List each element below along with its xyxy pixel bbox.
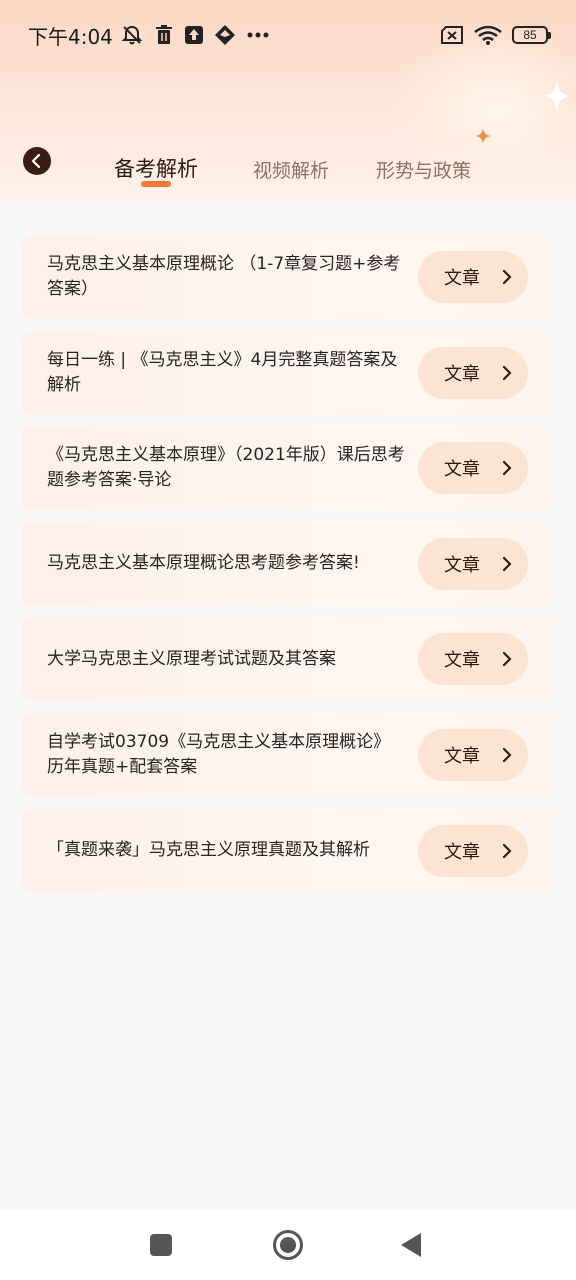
home-icon[interactable] [273,1230,303,1260]
article-button[interactable]: 文章 [418,824,528,877]
article-tag: 文章 [444,363,480,385]
tab-label: 形势与政策 [376,160,472,182]
tab-video-analysis[interactable]: 视频解析 [253,156,329,183]
battery-level: 85 [523,28,537,42]
upload-icon [184,26,203,44]
list-item[interactable]: 马克思主义基本原理概论 （1-7章复习题+参考答案） 文章 [22,235,554,319]
article-button[interactable]: 文章 [418,442,528,495]
chevron-right-icon [502,747,512,763]
article-tag: 文章 [444,650,480,672]
active-tab-indicator [141,181,171,187]
app-icon [214,25,235,45]
tab-label: 备考解析 [114,157,198,181]
article-tag: 文章 [444,268,480,289]
star-icon [475,128,491,144]
list-item[interactable]: 「真题来袭」马克思主义原理真题及其解析 文章 [22,808,554,893]
trash-icon [155,25,172,44]
notification-off-icon [121,25,143,45]
recent-apps-icon[interactable] [150,1234,172,1256]
tab-label: 视频解析 [253,160,330,182]
article-title: 自学考试03709《马克思主义基本原理概论》历年真题+配套答案 [47,731,391,777]
tab-situation-policy[interactable]: 形势与政策 [376,156,471,183]
battery-icon: 85 [512,26,551,44]
article-tag: 文章 [444,841,480,863]
home-icon-inner [280,1237,296,1253]
chevron-right-icon [502,365,512,380]
chevron-right-icon [502,269,512,285]
article-button[interactable]: 文章 [418,346,528,399]
list-item[interactable]: 自学考试03709《马克思主义基本原理概论》历年真题+配套答案 文章 [22,712,554,797]
system-nav-bar [0,1210,576,1280]
article-title: 「真题来袭」马克思主义原理真题及其解析 [47,840,370,861]
status-time: 下午4:04 [28,24,113,49]
article-title: 马克思主义基本原理概论 （1-7章复习题+参考答案） [47,254,401,299]
sparkle-icon [544,78,570,114]
list-item[interactable]: 马克思主义基本原理概论思考题参考答案! 文章 [22,521,554,606]
article-title: 《马克思主义基本原理》（2021年版）课后思考题参考答案·导论 [47,445,405,491]
article-tag: 文章 [444,554,480,576]
list-item[interactable]: 大学马克思主义原理考试试题及其答案 文章 [22,617,554,702]
article-button[interactable]: 文章 [418,537,528,590]
article-tag: 文章 [444,745,480,767]
back-icon[interactable] [400,1232,422,1258]
article-button[interactable]: 文章 [418,251,528,303]
chevron-right-icon [502,556,512,571]
list-item[interactable]: 每日一练 | 《马克思主义》4月完整真题答案及解析 文章 [22,330,554,415]
article-title: 每日一练 | 《马克思主义》4月完整真题答案及解析 [47,349,398,395]
wifi-icon [474,25,502,45]
chevron-right-icon [502,652,512,667]
article-button[interactable]: 文章 [418,633,528,686]
article-list: 马克思主义基本原理概论 （1-7章复习题+参考答案） 文章 每日一练 | 《马克… [22,235,554,904]
tab-bar: 备考解析 视频解析 形势与政策 [0,150,576,200]
article-button[interactable]: 文章 [418,728,528,781]
more-dots-icon [247,32,269,38]
tab-exam-analysis[interactable]: 备考解析 [114,153,198,183]
status-bar: 下午4:04 85 [0,0,576,70]
chevron-right-icon [502,461,512,476]
article-title: 马克思主义基本原理概论思考题参考答案! [47,553,360,574]
sim-x-icon [441,26,463,44]
article-tag: 文章 [444,459,480,481]
chevron-right-icon [502,843,512,858]
article-title: 大学马克思主义原理考试试题及其答案 [47,648,336,669]
list-item[interactable]: 《马克思主义基本原理》（2021年版）课后思考题参考答案·导论 文章 [22,426,554,511]
